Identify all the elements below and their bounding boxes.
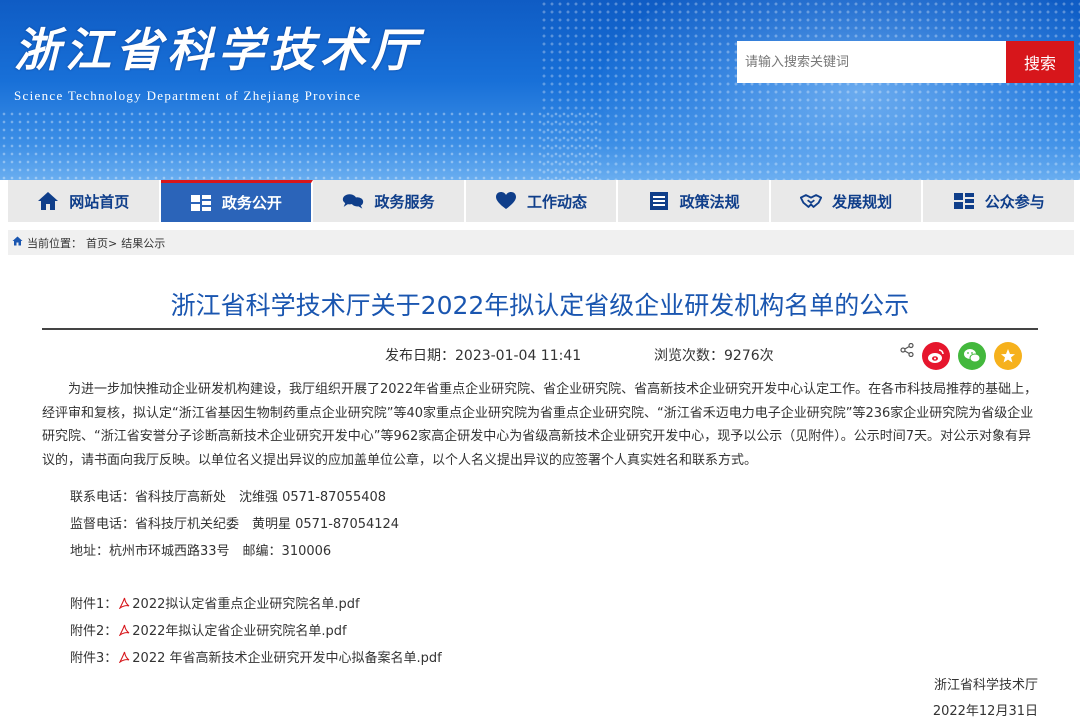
nav-item-planning[interactable]: 发展规划 bbox=[771, 180, 924, 222]
signature-date: 2022年12月31日 bbox=[932, 704, 1038, 719]
breadcrumb-prefix: 当前位置： bbox=[27, 236, 82, 250]
breadcrumb-current[interactable]: 结果公示 bbox=[121, 235, 165, 251]
attachment-label: 附件1： bbox=[70, 597, 118, 612]
search-box bbox=[737, 41, 1006, 83]
supervision-phone: 监督电话：省科技厅机关纪委 黄明星 0571-87054124 bbox=[70, 517, 400, 532]
contact-phone: 联系电话：省科技厅高新处 沈维强 0571-87055408 bbox=[70, 490, 387, 505]
site-banner: 浙江省科学技术厅 Science Technology Department o… bbox=[0, 0, 1080, 180]
open-government-icon bbox=[190, 193, 212, 213]
search-button[interactable]: 搜索 bbox=[1006, 41, 1074, 83]
body-paragraph: 为进一步加快推动企业研发机构建设，我厅组织开展了2022年省重点企业研究院、省企… bbox=[42, 382, 1038, 468]
address: 地址：杭州市环城西路33号 邮编：310006 bbox=[70, 544, 332, 559]
pdf-icon bbox=[118, 624, 130, 637]
banner-world-map-dots bbox=[540, 0, 1080, 180]
nav-label: 政务公开 bbox=[221, 194, 282, 212]
nav-item-work-news[interactable]: 工作动态 bbox=[466, 180, 619, 222]
attachment-item: 附件2： 2022年拟认定省企业研究院名单.pdf bbox=[70, 620, 347, 639]
site-subtitle: Science Technology Department of Zhejian… bbox=[14, 88, 362, 103]
view-count: 浏览次数：9276次 bbox=[654, 348, 774, 364]
nav-label: 网站首页 bbox=[69, 192, 130, 211]
banner-dots-lower bbox=[0, 110, 600, 180]
home-icon bbox=[12, 236, 23, 249]
nav-item-services[interactable]: 政务服务 bbox=[313, 180, 466, 222]
nav-item-participation[interactable]: 公众参与 bbox=[923, 180, 1074, 222]
nav-label: 政务服务 bbox=[374, 192, 435, 211]
nav-item-policies[interactable]: 政策法规 bbox=[618, 180, 771, 222]
main-nav: 网站首页 政务公开 政务服务 工作动态 政策法规 发展规划 公众参与 bbox=[8, 180, 1074, 222]
pdf-icon bbox=[118, 597, 130, 610]
attachment-link[interactable]: 2022 年省高新技术企业研究开发中心拟备案名单.pdf bbox=[132, 647, 441, 666]
publish-date: 发布日期：2023-01-04 11:41 bbox=[385, 348, 582, 364]
signature-organization: 浙江省科学技术厅 bbox=[933, 678, 1038, 693]
home-icon bbox=[37, 191, 59, 211]
weibo-icon[interactable] bbox=[922, 342, 950, 370]
attachment-link[interactable]: 2022拟认定省重点企业研究院名单.pdf bbox=[132, 593, 359, 612]
article-title: 浙江省科学技术厅关于2022年拟认定省级企业研发机构名单的公示 bbox=[170, 291, 910, 320]
attachment-link[interactable]: 2022年拟认定省企业研究院名单.pdf bbox=[132, 620, 346, 639]
pdf-icon bbox=[118, 651, 130, 664]
attachment-item: 附件1： 2022拟认定省重点企业研究院名单.pdf bbox=[70, 593, 360, 612]
wechat-icon[interactable] bbox=[958, 342, 986, 370]
article-body: 为进一步加快推动企业研发机构建设，我厅组织开展了2022年省重点企业研究院、省企… bbox=[42, 378, 1038, 472]
attachment-item: 附件3： 2022 年省高新技术企业研究开发中心拟备案名单.pdf bbox=[70, 647, 442, 666]
share-icon[interactable] bbox=[900, 342, 914, 361]
participation-icon bbox=[953, 191, 975, 211]
document-list-icon bbox=[648, 191, 670, 211]
handshake-icon bbox=[800, 191, 823, 211]
nav-label: 政策法规 bbox=[679, 192, 740, 211]
site-title: 浙江省科学技术厅 bbox=[14, 23, 422, 77]
search-input[interactable] bbox=[737, 41, 1006, 83]
breadcrumb-home-link[interactable]: 首页> bbox=[86, 235, 117, 251]
favorite-star-icon[interactable] bbox=[994, 342, 1022, 370]
title-divider bbox=[42, 328, 1038, 330]
breadcrumb: 当前位置： 首页> 结果公示 bbox=[8, 230, 1074, 255]
nav-label: 公众参与 bbox=[984, 192, 1045, 211]
chat-bubbles-icon bbox=[342, 191, 364, 211]
nav-item-open-government[interactable]: 政务公开 bbox=[160, 180, 314, 222]
attachment-label: 附件3： bbox=[70, 651, 118, 666]
nav-item-home[interactable]: 网站首页 bbox=[8, 180, 161, 222]
nav-label: 工作动态 bbox=[527, 192, 588, 211]
nav-label: 发展规划 bbox=[832, 192, 893, 211]
heart-icon bbox=[495, 191, 517, 211]
attachment-label: 附件2： bbox=[70, 624, 118, 639]
